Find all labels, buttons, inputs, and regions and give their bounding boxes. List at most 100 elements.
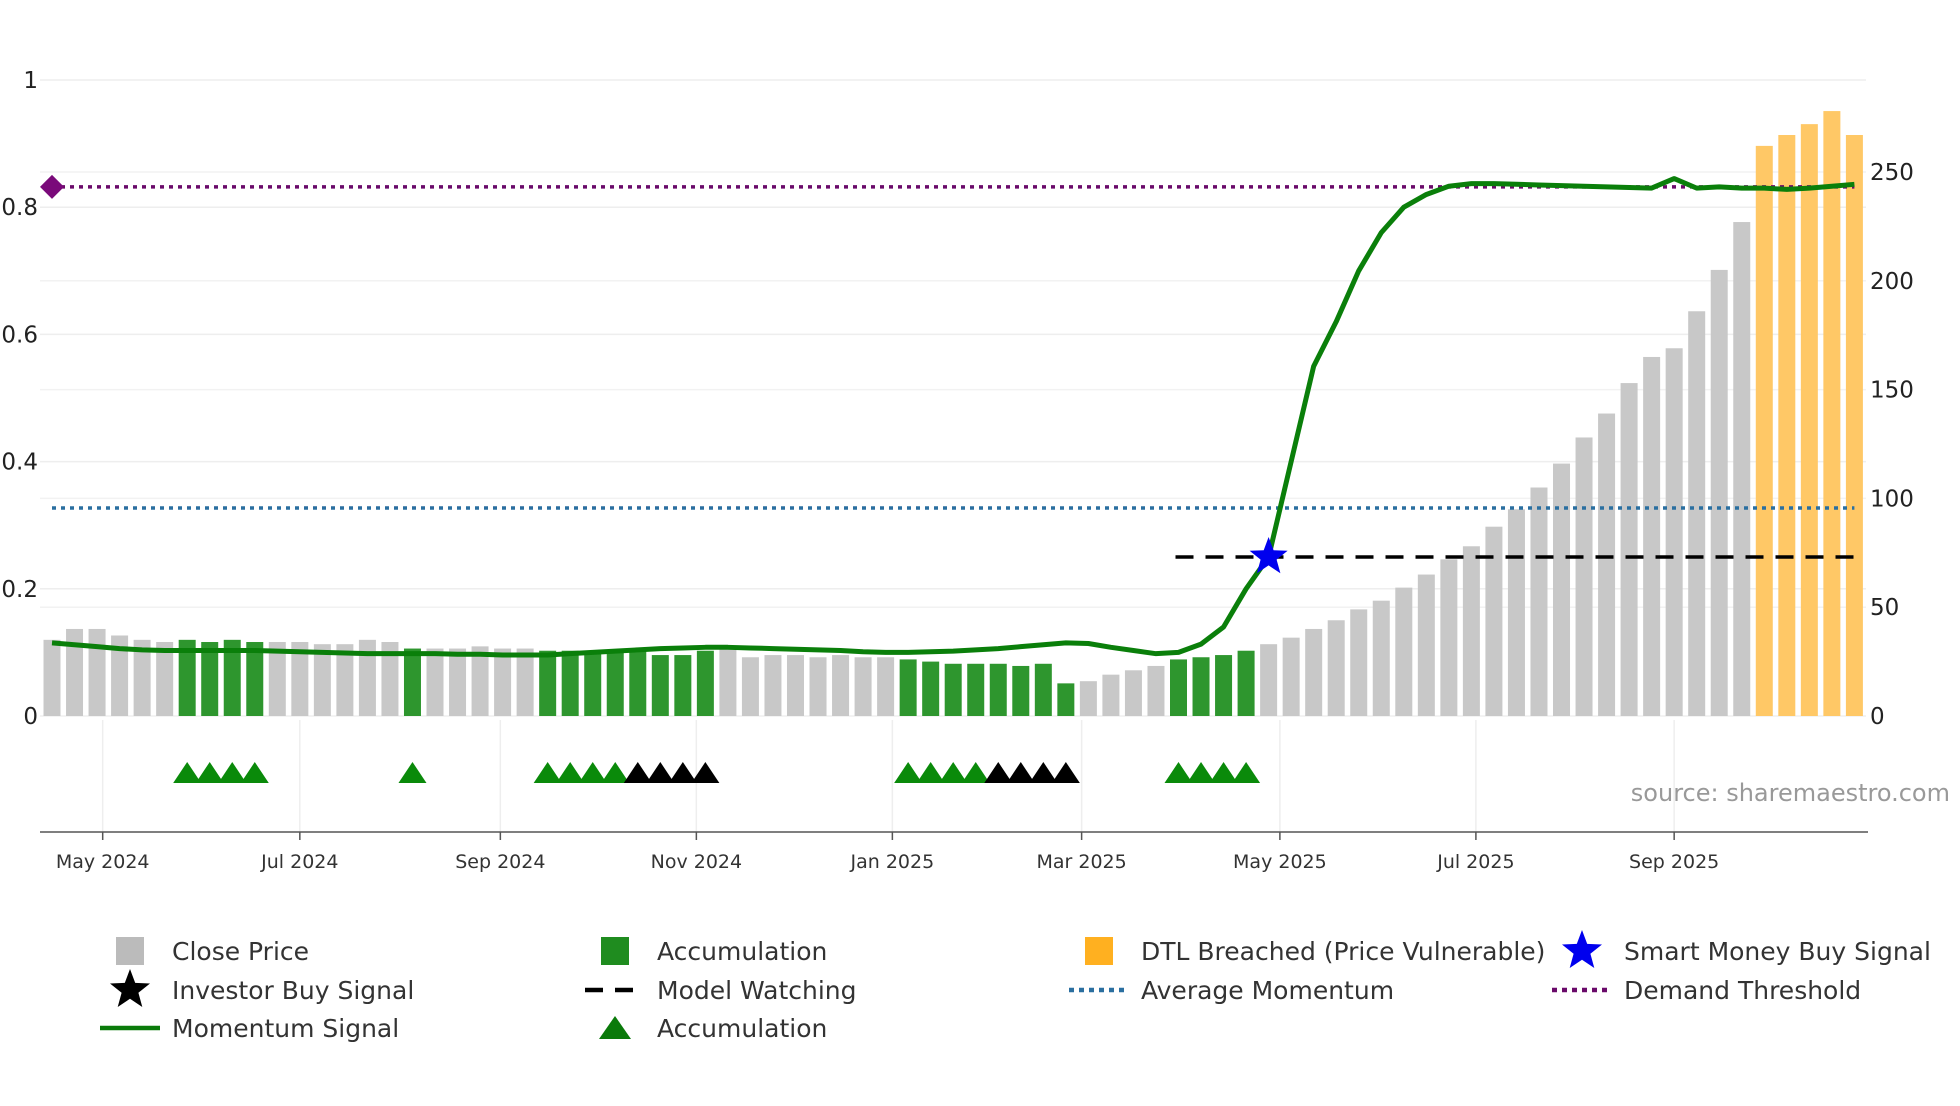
- close-price-bar: [1417, 574, 1435, 716]
- accumulation-bar: [944, 663, 962, 716]
- right-tick-label: 100: [1870, 486, 1914, 512]
- legend-dtl-breached-price-vulnerable-swatch: [1085, 937, 1113, 965]
- legend-close-price-swatch: [116, 937, 144, 965]
- close-price-bar: [1124, 670, 1142, 716]
- right-tick-label: 150: [1870, 378, 1914, 404]
- accumulation-bar: [629, 650, 647, 716]
- dtl-breached-bar: [1845, 135, 1863, 716]
- source-label: source: sharemaestro.com: [1631, 779, 1950, 807]
- accumulation-triangle: [916, 762, 945, 783]
- accumulation-triangle: [601, 762, 630, 783]
- close-price-bar: [1440, 559, 1458, 716]
- accumulation-triangle: [1232, 762, 1261, 783]
- accumulation-triangle: [398, 762, 427, 783]
- left-tick-label: 0.8: [1, 195, 38, 221]
- investor-buy-triangle: [646, 762, 675, 783]
- close-price-bar: [88, 628, 106, 716]
- close-price-bar: [1079, 681, 1097, 716]
- investor-buy-triangle: [1051, 762, 1080, 783]
- accumulation-triangle: [533, 762, 562, 783]
- accumulation-bar: [539, 650, 557, 716]
- close-price-bar: [1372, 600, 1390, 716]
- legend-accumulation-swatch: [601, 937, 629, 965]
- close-price-bar: [1147, 665, 1165, 716]
- close-price-bar: [516, 648, 534, 716]
- legend-demand-threshold-label: Demand Threshold: [1624, 976, 1861, 1005]
- accumulation-bar: [922, 661, 940, 716]
- close-price-bar: [43, 639, 61, 716]
- accumulation-bar: [584, 650, 602, 716]
- close-price-bar: [1507, 509, 1525, 716]
- investor-buy-triangle: [623, 762, 652, 783]
- investor-buy-triangle: [984, 762, 1013, 783]
- close-price-bar: [1710, 269, 1728, 716]
- x-tick-label: Jul 2025: [1436, 851, 1514, 873]
- accumulation-triangle: [195, 762, 224, 783]
- accumulation-triangle: [173, 762, 202, 783]
- close-price-bar: [854, 657, 872, 716]
- legend-investor-buy-signal-star-icon: [110, 969, 150, 1007]
- close-price-bar: [1733, 222, 1751, 716]
- close-price-bar: [1102, 674, 1120, 716]
- smart-money-buy-star-icon: [1249, 537, 1288, 574]
- close-price-bar: [426, 648, 444, 716]
- dtl-breached-bar: [1755, 145, 1773, 716]
- right-tick-label: 250: [1870, 160, 1914, 186]
- close-price-bar: [494, 648, 512, 716]
- close-price-bar: [449, 648, 467, 716]
- legend-dtl-breached-price-vulnerable-label: DTL Breached (Price Vulnerable): [1141, 937, 1545, 966]
- legend: Close Price Accumulation DTL Breached (Pri…: [100, 930, 1931, 1043]
- legend-momentum-signal-label: Momentum Signal: [172, 1014, 399, 1043]
- close-price-bar: [1575, 437, 1593, 716]
- close-price-bar: [1462, 546, 1480, 716]
- close-price-bar: [1643, 356, 1661, 716]
- investor-buy-triangle: [668, 762, 697, 783]
- x-tick-label: Mar 2025: [1036, 851, 1126, 873]
- right-tick-label: 50: [1870, 595, 1899, 621]
- close-price-bar: [156, 642, 174, 716]
- close-price-bar: [1350, 609, 1368, 716]
- close-price-bar: [832, 655, 850, 716]
- accumulation-bar: [1034, 663, 1052, 716]
- close-price-bar: [786, 655, 804, 716]
- legend-model-watching-label: Model Watching: [657, 976, 857, 1005]
- accumulation-triangle: [1164, 762, 1193, 783]
- accumulation-triangle: [961, 762, 990, 783]
- legend-investor-buy-signal-label: Investor Buy Signal: [172, 976, 414, 1005]
- x-tick-label: Sep 2025: [1629, 851, 1719, 873]
- close-price-bar: [764, 655, 782, 716]
- close-price-bar: [1620, 383, 1638, 716]
- accumulation-bar: [1237, 650, 1255, 716]
- dtl-breached-bar: [1823, 111, 1841, 716]
- legend-accumulation-label: Accumulation: [657, 937, 827, 966]
- right-tick-label: 200: [1870, 269, 1914, 295]
- accumulation-triangle: [240, 762, 269, 783]
- x-tick-label: Sep 2024: [455, 851, 545, 873]
- close-price-bar: [1598, 413, 1616, 716]
- accumulation-bar: [651, 655, 669, 716]
- accumulation-bar: [989, 663, 1007, 716]
- close-price-bar: [719, 648, 737, 716]
- close-price-bar: [1395, 587, 1413, 716]
- x-tick-label: May 2024: [56, 851, 150, 873]
- accumulation-triangle: [939, 762, 968, 783]
- legend-close-price-label: Close Price: [172, 937, 309, 966]
- close-price-bar: [877, 657, 895, 716]
- accumulation-bar: [1170, 659, 1187, 716]
- accumulation-bar: [201, 642, 219, 716]
- close-price-bar: [741, 657, 759, 716]
- accumulation-triangle: [1187, 762, 1216, 783]
- dtl-breached-bar: [1778, 135, 1796, 716]
- investor-buy-triangle: [691, 762, 720, 783]
- chart: 0 0.2 0.4 0.6 0.8 1 0 50 100 150 200 250 May 2024 Jul…: [1, 68, 1950, 1043]
- x-tick-label: Jan 2025: [850, 851, 935, 873]
- legend-average-momentum-label: Average Momentum: [1141, 976, 1394, 1005]
- close-price-bar: [1688, 311, 1706, 716]
- accumulation-bar: [696, 650, 714, 716]
- accumulation-bar: [1192, 657, 1210, 716]
- accumulation-triangle: [578, 762, 607, 783]
- left-tick-label: 0.2: [1, 577, 38, 603]
- accumulation-bar: [403, 648, 421, 716]
- accumulation-bar: [1012, 665, 1030, 716]
- accumulation-triangle: [1209, 762, 1238, 783]
